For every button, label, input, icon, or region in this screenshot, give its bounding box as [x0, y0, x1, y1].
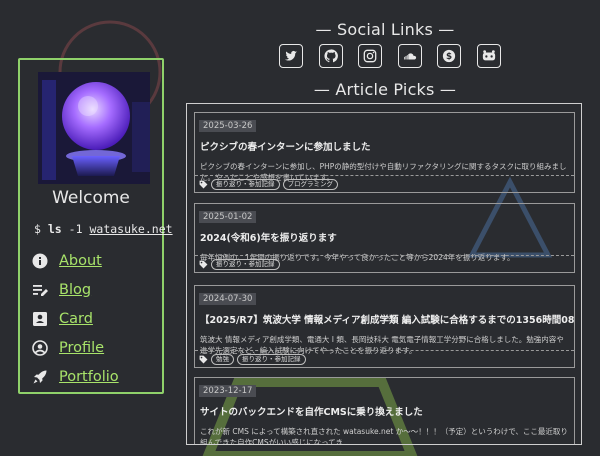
tag-icon: [199, 180, 208, 188]
social-links-heading: — Social Links —: [315, 20, 455, 39]
soundcloud-icon: [403, 53, 416, 60]
nav-label: Blog: [59, 281, 92, 298]
tag[interactable]: 振り返り・参加記録: [237, 353, 306, 365]
avatar: [38, 72, 150, 184]
article-date: 2025-01-02: [199, 211, 257, 223]
rocket-icon: [33, 370, 47, 383]
ls-command: ls: [47, 222, 62, 236]
instagram-link[interactable]: [358, 44, 382, 68]
article-card[interactable]: 2024-07-30 【2025/R7】筑波大学 情報メディア創成学類 編入試験…: [194, 285, 575, 368]
nav-item-blog[interactable]: Blog: [32, 275, 119, 304]
misskey-link[interactable]: [476, 44, 501, 68]
article-card[interactable]: 2025-01-02 2024(令和6)年を振り返ります 毎年恒例の、1年間の振…: [194, 203, 575, 273]
profile-sidebar: Welcome $ ls -1 watasuke.net About Blog …: [18, 58, 173, 394]
article-date: 2024-07-30: [199, 293, 257, 305]
ls-flag: -1: [68, 222, 83, 236]
shell-command: $ ls -1 watasuke.net: [34, 222, 173, 236]
article-card[interactable]: 2023-12-17 サイトのバックエンドを自作CMSに乗り換えました これが新…: [194, 377, 575, 445]
svg-text:$: $: [446, 52, 452, 62]
article-description: これが新 CMS によって構築され直された watasuke.net か〜〜！！…: [200, 427, 568, 445]
article-title[interactable]: 【2025/R7】筑波大学 情報メディア創成学類 編入試験に合格するまでの135…: [200, 312, 574, 326]
tag-icon: [199, 355, 208, 363]
tag[interactable]: 振り返り・参加記録: [211, 258, 280, 270]
github-icon: [323, 49, 338, 63]
article-date: 2023-12-17: [199, 385, 257, 397]
tag[interactable]: 振り返り・参加記録: [211, 178, 280, 190]
welcome-heading: Welcome: [52, 188, 130, 208]
info-icon: [32, 253, 48, 268]
nav-label: Card: [59, 310, 93, 327]
edit-list-icon: [33, 284, 48, 296]
nav-label: About: [59, 252, 102, 269]
github-link[interactable]: [318, 44, 343, 68]
account-circle-icon: [32, 339, 48, 356]
soundcloud-link[interactable]: [397, 44, 422, 68]
twitter-icon: [284, 50, 298, 61]
twitter-link[interactable]: [279, 44, 303, 68]
sidebar-nav: About Blog Card Profile Portfolio: [32, 246, 119, 391]
nav-item-portfolio[interactable]: Portfolio: [32, 362, 119, 391]
article-date: 2025-03-26: [199, 120, 257, 132]
article-picks-heading: — Article Picks —: [313, 80, 457, 99]
nav-label: Portfolio: [59, 368, 119, 385]
nav-item-card[interactable]: Card: [32, 304, 119, 333]
donation-link[interactable]: $: [437, 44, 461, 68]
nav-item-about[interactable]: About: [32, 246, 119, 275]
tag-icon: [199, 260, 208, 268]
article-card[interactable]: 2025-03-26 ピクシブの春インターンに参加しました ピクシブの春インター…: [194, 112, 575, 193]
nav-label: Profile: [59, 339, 105, 356]
article-title[interactable]: ピクシブの春インターンに参加しました: [200, 139, 574, 153]
nav-item-profile[interactable]: Profile: [32, 333, 119, 362]
tag[interactable]: プログラミング: [282, 178, 338, 190]
article-title[interactable]: 2024(令和6)年を振り返ります: [200, 230, 574, 244]
instagram-icon: [363, 49, 377, 63]
article-list: 2025-03-26 ピクシブの春インターンに参加しました ピクシブの春インター…: [186, 103, 582, 445]
site-link[interactable]: watasuke.net: [89, 222, 172, 236]
prompt-symbol: $: [34, 222, 41, 236]
misskey-icon: [482, 50, 495, 61]
contact-card-icon: [33, 311, 47, 326]
social-links: $: [279, 44, 516, 68]
tag-list: 振り返り・参加記録 プログラミング: [195, 175, 574, 192]
money-icon: $: [442, 49, 456, 62]
tag-list: 振り返り・参加記録: [195, 255, 574, 272]
tag-list: 勉強 振り返り・参加記録: [195, 350, 574, 367]
tag[interactable]: 勉強: [211, 353, 234, 365]
article-title[interactable]: サイトのバックエンドを自作CMSに乗り換えました: [200, 404, 574, 418]
